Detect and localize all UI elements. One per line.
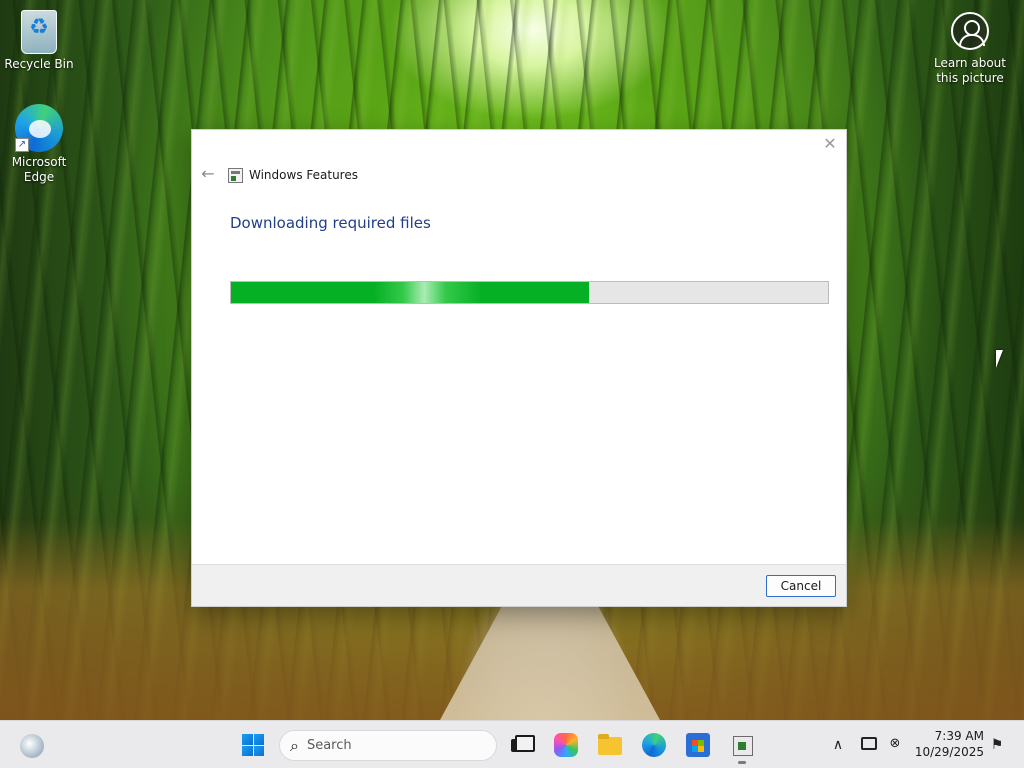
- clock-time: 7:39 AM: [934, 729, 984, 743]
- camera-info-icon: [951, 12, 989, 50]
- search-icon: ⌕: [290, 735, 299, 755]
- back-arrow-icon[interactable]: ←: [198, 165, 218, 183]
- shortcut-arrow-icon: ↗: [15, 138, 29, 152]
- recycle-bin-icon: [21, 10, 57, 54]
- show-hidden-icons-chevron-icon[interactable]: ∧: [829, 736, 847, 754]
- dialog-title-row: Windows Features: [228, 166, 358, 184]
- copilot-icon[interactable]: [554, 733, 578, 757]
- running-indicator: [738, 761, 746, 764]
- edge-taskbar-icon[interactable]: [642, 733, 666, 757]
- task-view-icon[interactable]: [509, 733, 535, 757]
- windows-features-taskbar-icon[interactable]: [730, 733, 754, 757]
- windows-features-dialog: ✕ ← Windows Features Downloading require…: [191, 129, 847, 607]
- clock[interactable]: 7:39 AM 10/29/2025: [914, 728, 984, 760]
- desktop-icon-label: Microsoft Edge: [11, 155, 67, 184]
- mouse-cursor-icon: [996, 350, 1003, 368]
- volume-muted-icon[interactable]: ⊗: [887, 736, 903, 752]
- learn-about-label: Learn about this picture: [934, 56, 1006, 85]
- windows-features-icon: [228, 167, 243, 183]
- dialog-title: Windows Features: [249, 168, 358, 182]
- taskbar-search-box[interactable]: ⌕ Search: [279, 730, 497, 761]
- file-explorer-icon[interactable]: [598, 733, 622, 757]
- widgets-weather-icon[interactable]: [20, 734, 44, 758]
- network-icon[interactable]: [861, 737, 877, 750]
- progress-fill: [231, 282, 590, 303]
- taskbar: ⌕ Search ∧ ⊗ 7:39 AM 10/29/2025 ⚑: [0, 720, 1024, 768]
- desktop-icon-recycle-bin[interactable]: Recycle Bin: [1, 8, 77, 72]
- edge-icon: ↗: [15, 104, 63, 152]
- status-heading: Downloading required files: [230, 214, 431, 232]
- desktop-icon-label: Recycle Bin: [4, 57, 74, 71]
- notification-bell-icon[interactable]: ⚑: [988, 736, 1006, 754]
- start-button[interactable]: [242, 734, 264, 756]
- dialog-footer: Cancel: [192, 564, 846, 606]
- desktop-icon-microsoft-edge[interactable]: ↗ Microsoft Edge: [1, 104, 77, 185]
- close-button[interactable]: ✕: [820, 134, 840, 154]
- clock-date: 10/29/2025: [914, 745, 984, 759]
- search-placeholder: Search: [306, 738, 352, 753]
- download-progress-bar: [230, 281, 829, 304]
- microsoft-store-icon[interactable]: [686, 733, 710, 757]
- learn-about-picture[interactable]: Learn about this picture: [924, 12, 1016, 86]
- cancel-button[interactable]: Cancel: [766, 575, 836, 597]
